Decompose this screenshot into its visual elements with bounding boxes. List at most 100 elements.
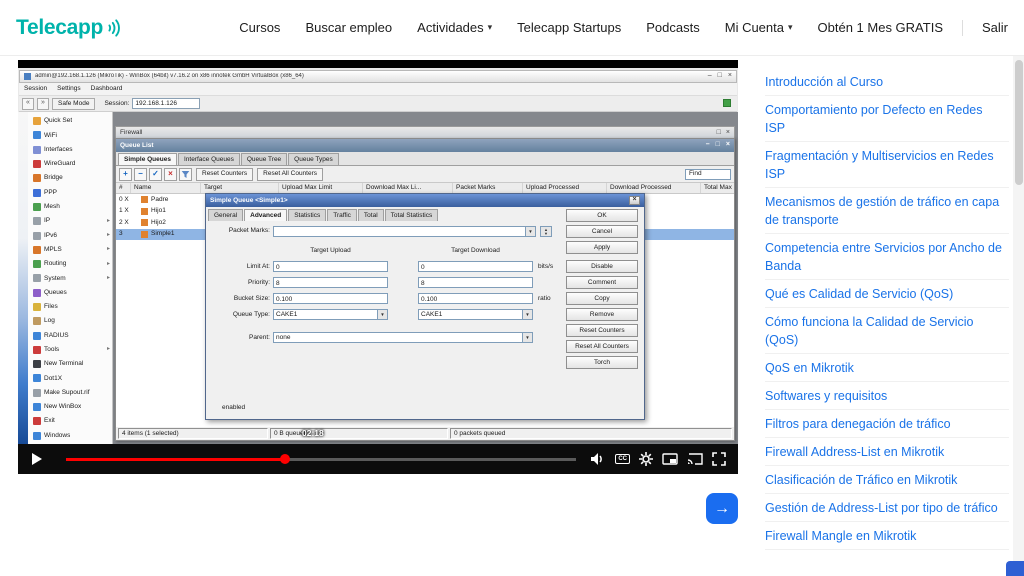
floating-button[interactable] (1006, 561, 1024, 576)
lesson-link-fragmentacion[interactable]: Fragmentación y Multiservicios en Redes … (765, 142, 1009, 188)
spinner-down-icon: ▼ (544, 232, 548, 236)
back-icon: « (22, 98, 34, 110)
video-time-tooltip: 02:18 (302, 428, 324, 438)
tab-queue-tree: Queue Tree (241, 153, 287, 165)
play-icon[interactable] (30, 452, 44, 466)
find-box: Find (685, 169, 731, 180)
disable-icon: × (164, 168, 177, 181)
cast-icon[interactable] (687, 453, 703, 465)
queue-list-statusbar: 4 items (1 selected) 0 B queued 0 packet… (116, 427, 734, 440)
winbox-menu-new-terminal: New Terminal (28, 357, 112, 371)
menu-icon (33, 274, 41, 282)
winbox-sidebar-menu: Quick Set WiFi Interfaces WireGuard Brid… (28, 112, 113, 444)
nav-actividades[interactable]: Actividades ▾ (417, 20, 492, 35)
lesson-link-filtros[interactable]: Filtros para denegación de tráfico (765, 410, 1009, 438)
session-address-field: 192.168.1.126 (132, 98, 200, 109)
queue-list-titlebar: Queue List – □ × (116, 139, 734, 152)
brand-logo[interactable]: Telecapp (16, 16, 123, 40)
bucket-unit: ratio (538, 295, 551, 303)
lesson-link-introduccion[interactable]: Introducción al Curso (765, 68, 1009, 96)
winbox-menu-system: System (28, 271, 112, 285)
limit-at-download-input: 0 (418, 261, 533, 272)
dropdown-arrow-icon: ▼ (522, 310, 532, 319)
lesson-link-firewall-address-list[interactable]: Firewall Address-List en Mikrotik (765, 438, 1009, 466)
settings-icon[interactable] (639, 452, 653, 466)
video-progress-bar[interactable] (66, 458, 576, 461)
dialog-title: Simple Queue <Simple1> (210, 197, 288, 205)
menu-icon (33, 332, 41, 340)
status-items: 4 items (1 selected) (118, 428, 268, 439)
queue-list-toolbar: + − ✓ × Reset Counters Reset All Counter… (116, 166, 734, 183)
maximize-icon: □ (717, 129, 721, 137)
lesson-link-gestion-address-list[interactable]: Gestión de Address-List por tipo de tráf… (765, 494, 1009, 522)
menu-icon (33, 174, 41, 182)
lesson-link-clasificacion[interactable]: Clasificación de Tráfico en Mikrotik (765, 466, 1009, 494)
menu-icon (33, 246, 41, 254)
winbox-menu-interfaces: Interfaces (28, 143, 112, 157)
winbox-menu-ipv6: IPv6 (28, 228, 112, 242)
menu-icon (33, 260, 41, 268)
menu-icon (33, 317, 41, 325)
fullscreen-icon[interactable] (712, 452, 726, 466)
queue-item-icon (141, 208, 148, 215)
sound-wave-icon (106, 18, 123, 38)
winbox-menu-make-supout: Make Supout.rif (28, 386, 112, 400)
lesson-link-mecanismos[interactable]: Mecanismos de gestión de tráfico en capa… (765, 188, 1009, 234)
menu-dashboard: Dashboard (91, 85, 123, 93)
bucket-download-input: 0.100 (418, 293, 533, 304)
remove-button: Remove (566, 308, 638, 321)
video-player[interactable]: admin@192.168.1.126 (MikroTik) - WinBox … (18, 60, 738, 474)
tab-total-statistics: Total Statistics (385, 209, 439, 221)
video-right-controls: CC (590, 452, 726, 466)
parent-label: Parent: (206, 334, 270, 342)
winbox-menu-tools: Tools (28, 343, 112, 357)
lesson-link-que-es-qos[interactable]: Qué es Calidad de Servicio (QoS) (765, 280, 1009, 308)
nav-divider (962, 20, 963, 36)
nav-telecapp-startups[interactable]: Telecapp Startups (517, 20, 621, 35)
volume-icon[interactable] (590, 452, 606, 466)
bucket-upload-input: 0.100 (273, 293, 388, 304)
nav-cursos[interactable]: Cursos (239, 20, 280, 35)
menu-icon (33, 146, 41, 154)
close-icon: × (629, 196, 640, 205)
queue-item-icon (141, 219, 148, 226)
queue-type-label: Queue Type: (206, 311, 270, 319)
lesson-link-competencia[interactable]: Competencia entre Servicios por Ancho de… (765, 234, 1009, 280)
tab-general: General (208, 209, 243, 221)
close-icon: × (726, 129, 730, 137)
lesson-link-qos-mikrotik[interactable]: QoS en Mikrotik (765, 354, 1009, 382)
reset-counters-button: Reset Counters (566, 324, 638, 337)
lesson-link-softwares[interactable]: Softwares y requisitos (765, 382, 1009, 410)
winbox-window-title: admin@192.168.1.126 (MikroTik) - WinBox … (35, 73, 704, 80)
lesson-link-firewall-mangle[interactable]: Firewall Mangle en Mikrotik (765, 522, 1009, 550)
video-controls-bar: CC (18, 444, 738, 474)
winbox-menu-quick-set: Quick Set (28, 114, 112, 128)
priority-download-input: 8 (418, 277, 533, 288)
nav-salir[interactable]: Salir (982, 20, 1008, 35)
video-progress-handle[interactable] (280, 454, 290, 464)
limit-at-unit: bits/s (538, 263, 553, 271)
winbox-screenshot: admin@192.168.1.126 (MikroTik) - WinBox … (18, 68, 738, 444)
priority-label: Priority: (206, 279, 270, 287)
subtitles-icon[interactable]: CC (615, 454, 630, 464)
nav-buscar-empleo[interactable]: Buscar empleo (305, 20, 392, 35)
winbox-window-controls: – □ × (708, 72, 732, 80)
lesson-link-comportamiento[interactable]: Comportamiento por Defecto en Redes ISP (765, 96, 1009, 142)
minimize-icon: – (708, 72, 712, 80)
queue-list-title: Queue List (120, 142, 154, 150)
nav-obten-mes-gratis[interactable]: Obtén 1 Mes GRATIS (818, 20, 943, 35)
dropdown-arrow-icon: ▼ (377, 310, 387, 319)
next-lesson-button[interactable]: → (706, 493, 738, 524)
menu-icon (33, 303, 41, 311)
copy-button: Copy (566, 292, 638, 305)
lesson-link-como-funciona-qos[interactable]: Cómo funciona la Calidad de Servicio (Qo… (765, 308, 1009, 354)
scrollbar-thumb[interactable] (1015, 60, 1023, 185)
menu-session: Session (24, 85, 47, 93)
safe-mode-button: Safe Mode (52, 98, 95, 110)
nav-podcasts[interactable]: Podcasts (646, 20, 699, 35)
winbox-menu-wifi: WiFi (28, 128, 112, 142)
target-download-header: Target Download (418, 247, 533, 255)
nav-mi-cuenta[interactable]: Mi Cuenta ▾ (725, 20, 793, 35)
queue-type-download-select: CAKE1 ▼ (418, 309, 533, 320)
miniplayer-icon[interactable] (662, 453, 678, 465)
